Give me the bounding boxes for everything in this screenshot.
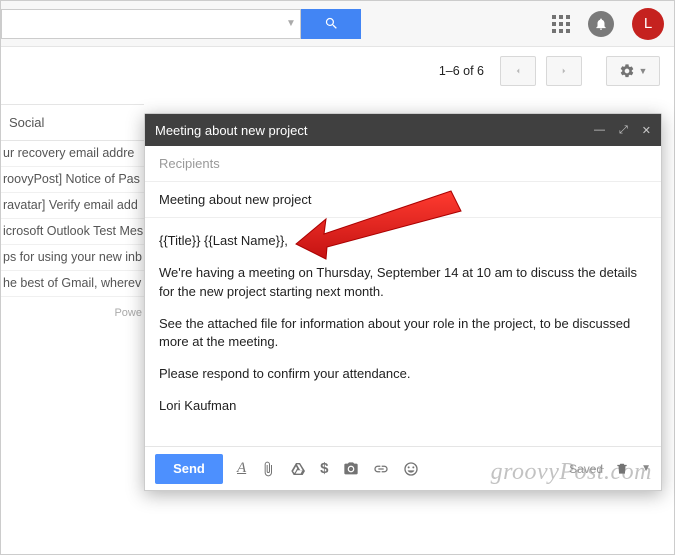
drive-icon [290,461,306,477]
apps-icon[interactable] [552,15,570,33]
body-signature: Lori Kaufman [159,397,647,416]
email-row[interactable]: icrosoft Outlook Test Mes [1,219,144,245]
inbox-left-snippets: Social ur recovery email addre roovyPost… [1,104,144,329]
email-row[interactable]: he best of Gmail, wherev [1,271,144,297]
bell-icon [594,17,608,31]
paperclip-icon [260,461,276,477]
gear-icon [619,63,635,79]
link-icon [373,461,389,477]
drive-button[interactable] [290,461,306,477]
next-page-button[interactable] [546,56,582,86]
email-row[interactable]: roovyPost] Notice of Pas [1,167,144,193]
compose-window-controls: — ⤢ ✕ [594,124,651,137]
settings-button[interactable]: ▼ [606,56,660,86]
avatar[interactable]: L [632,8,664,40]
chevron-right-icon [559,66,569,76]
search-button[interactable] [301,9,361,39]
compose-window: Meeting about new project — ⤢ ✕ Recipien… [144,113,662,491]
body-paragraph: See the attached file for information ab… [159,315,647,353]
email-row[interactable]: ps for using your new inb [1,245,144,271]
send-button[interactable]: Send [155,454,223,484]
body-paragraph: Please respond to confirm your attendanc… [159,365,647,384]
link-button[interactable] [373,461,389,477]
search-options-caret[interactable]: ▼ [282,18,300,29]
prev-page-button[interactable] [500,56,536,86]
compose-header[interactable]: Meeting about new project — ⤢ ✕ [145,114,661,146]
arrow-icon [291,189,471,269]
compose-title: Meeting about new project [155,123,307,138]
email-row[interactable]: ravatar] Verify email add [1,193,144,219]
emoji-button[interactable] [403,461,419,477]
money-button[interactable]: $ [320,460,328,477]
formatting-button[interactable]: A [237,460,246,477]
top-right-icons: L [552,8,664,40]
minimize-icon[interactable]: — [594,124,605,137]
chevron-left-icon [513,66,523,76]
photo-button[interactable] [343,461,359,477]
search-input[interactable]: ▼ [1,9,301,39]
caret-down-icon: ▼ [639,66,648,76]
page-count: 1–6 of 6 [439,64,484,78]
watermark-text: groovyPost.com [491,459,652,486]
recipients-field[interactable]: Recipients [145,146,661,182]
tab-social[interactable]: Social [1,105,144,141]
annotation-arrow [291,189,471,274]
email-row[interactable]: ur recovery email addre [1,141,144,167]
search-icon [324,16,339,31]
close-icon[interactable]: ✕ [642,124,651,137]
smile-icon [403,461,419,477]
list-toolbar: 1–6 of 6 ▼ [1,47,674,95]
camera-icon [343,461,359,477]
attach-button[interactable] [260,461,276,477]
notifications-button[interactable] [588,11,614,37]
expand-icon[interactable]: ⤢ [619,124,628,137]
powered-text: Powe [1,297,144,329]
top-bar: ▼ L [1,1,674,47]
